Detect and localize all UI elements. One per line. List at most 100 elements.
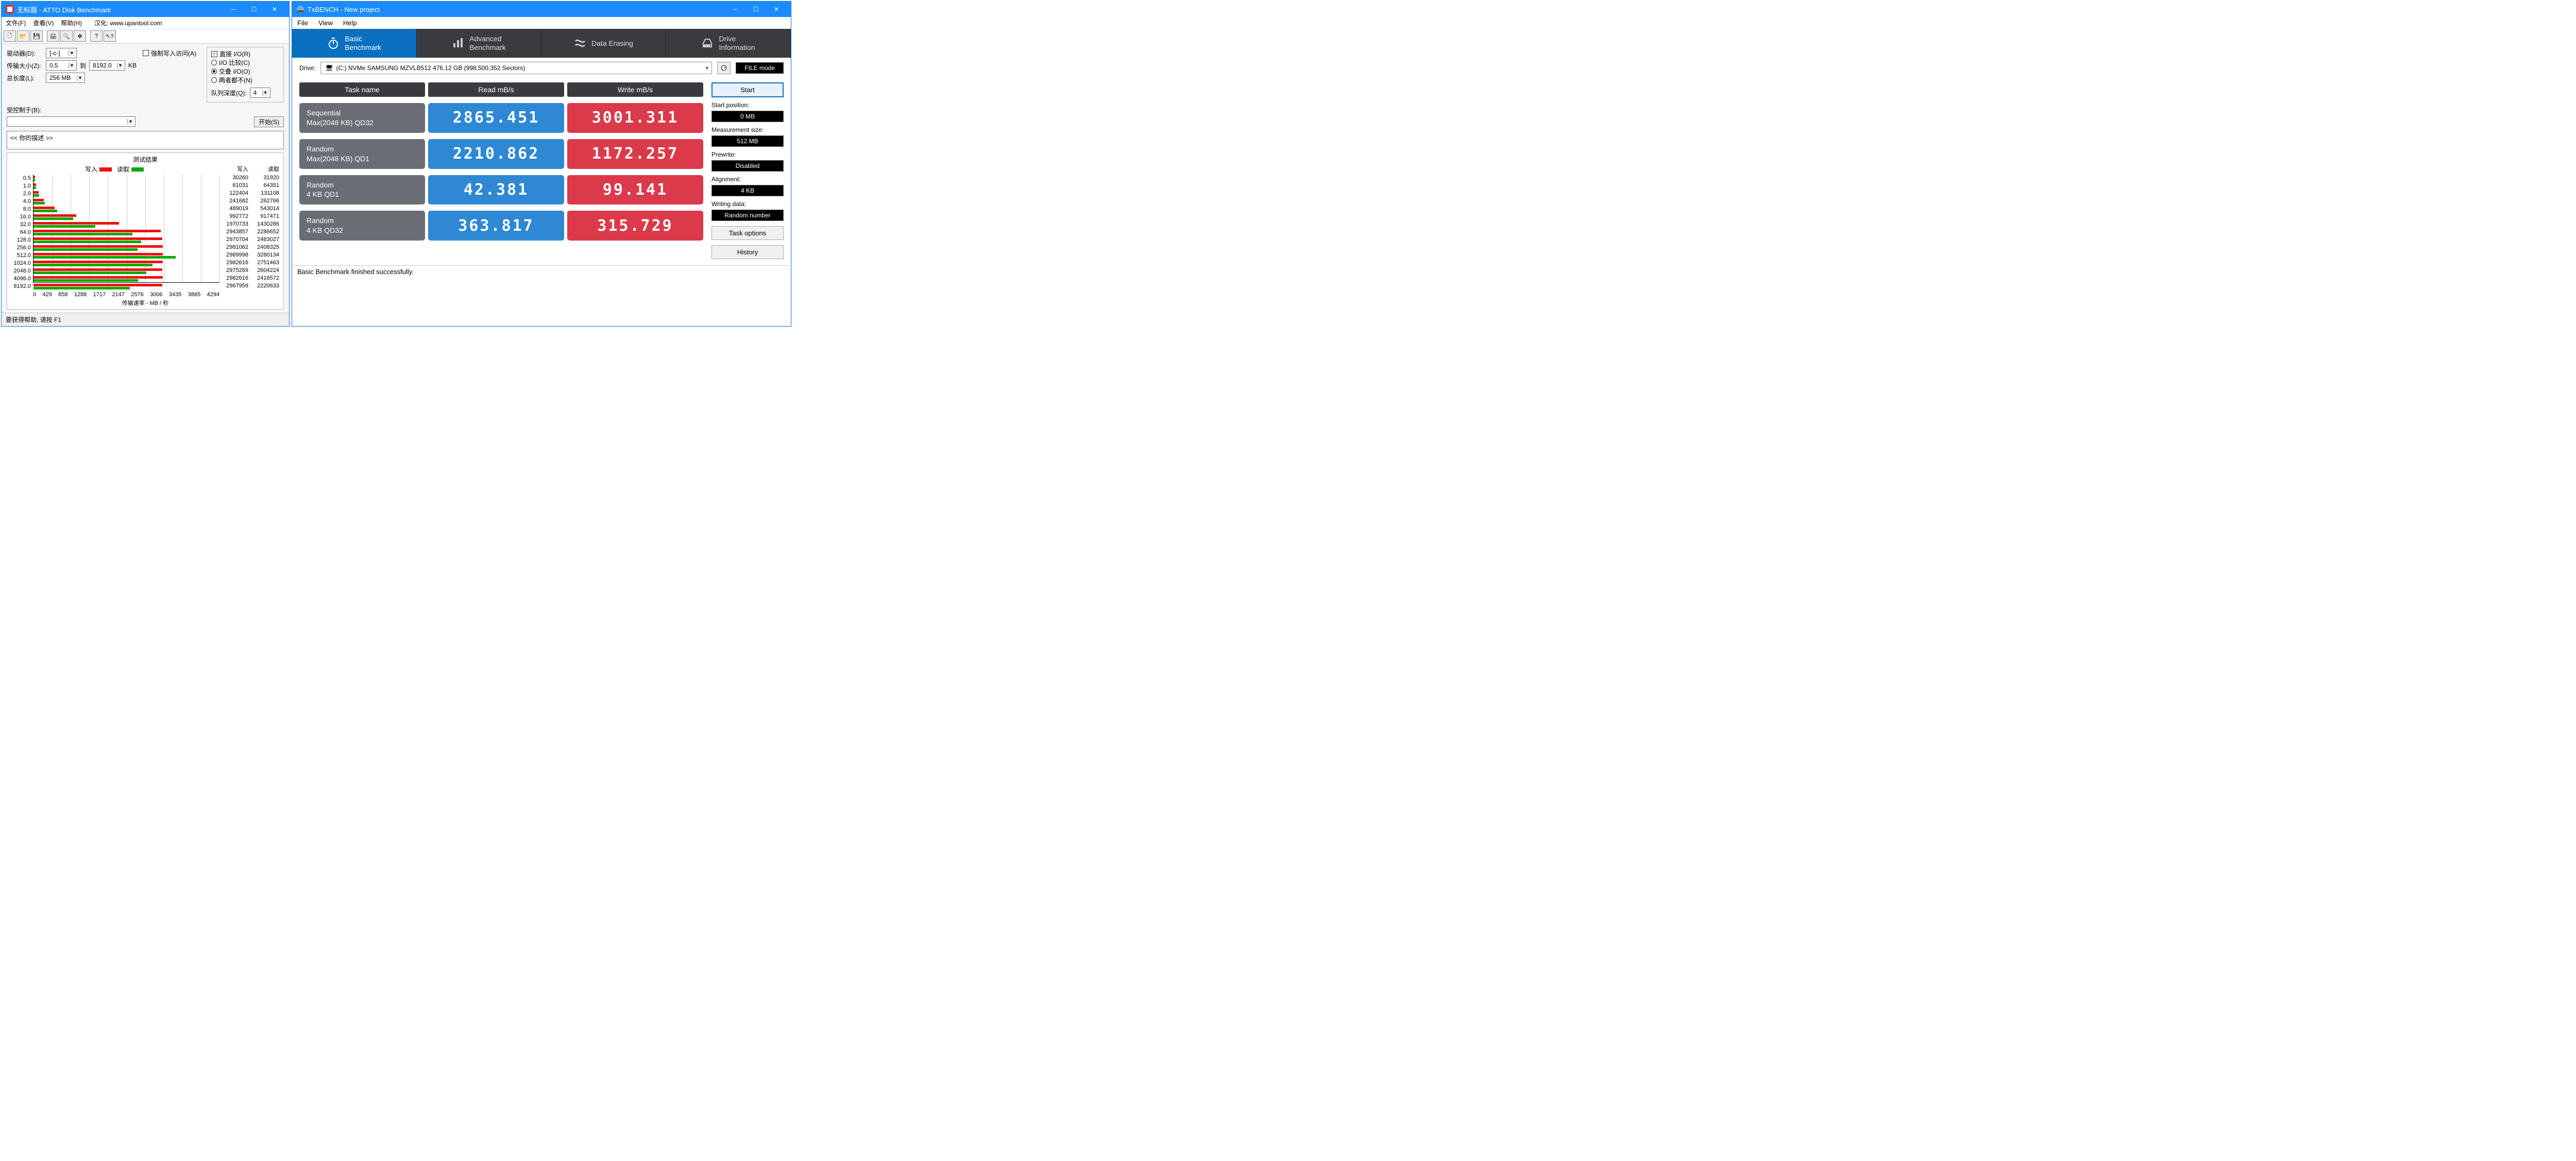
minimize-button[interactable]: ─: [725, 2, 745, 17]
tab-advanced-benchmark[interactable]: Advanced Benchmark: [417, 29, 541, 58]
force-write-checkbox[interactable]: 强制写入访问(A): [143, 49, 196, 58]
len-select[interactable]: 256 MB: [46, 73, 85, 83]
tx-title: TxBENCH - New project: [308, 6, 725, 13]
tx-menubar: File View Help: [292, 17, 791, 29]
read-bar: [33, 210, 57, 212]
startpos-label: Start position:: [711, 101, 784, 109]
history-button[interactable]: History: [711, 245, 784, 259]
task-options-button[interactable]: Task options: [711, 226, 784, 240]
atto-statusbar: 要获得帮助, 请按 F1: [2, 313, 289, 326]
menu-file[interactable]: 文件(F): [6, 19, 26, 27]
atto-toolbar: 🗋 📂 💾 🖨 🔍 ✥ ? ↖?: [2, 29, 289, 44]
drive-select[interactable]: [-c-]: [46, 48, 77, 58]
read-bar: [33, 179, 35, 181]
atto-menubar: 文件(F) 查看(V) 帮助(H) 汉化: www.upantool.com: [2, 17, 289, 29]
preview-icon[interactable]: 🔍: [60, 30, 73, 42]
prewrite-label: Prewrite:: [711, 151, 784, 158]
overlap-io-radio[interactable]: 交叠 I/O(O): [211, 67, 279, 76]
task-name-cell: RandomMax(2048 KB) QD1: [299, 139, 425, 169]
atto-chart: 0.51.02.04.08.016.032.064.0128.0256.0512…: [9, 175, 281, 291]
atto-title: 无标题 - ATTO Disk Benchmark: [17, 5, 223, 14]
stopwatch-icon: [327, 37, 340, 49]
close-button[interactable]: ✕: [766, 2, 787, 17]
meas-label: Measurement size:: [711, 126, 784, 133]
qd-select[interactable]: 4: [250, 88, 270, 98]
read-bar: [33, 186, 36, 189]
tx-app-icon: [296, 5, 304, 13]
new-icon[interactable]: 🗋: [4, 30, 16, 42]
read-bar: [33, 233, 132, 235]
result-row: RandomMax(2048 KB) QD12210.8621172.257: [299, 139, 703, 169]
io-compare-radio[interactable]: I/O 比较(C): [211, 58, 279, 67]
write-bar: [33, 230, 161, 232]
read-bar: [33, 248, 138, 251]
drive-row: Drive: 🖥 (C:) NVMe SAMSUNG MZVLB512 476.…: [292, 58, 791, 78]
tx-statusbar: Basic Benchmark finished successfully.: [292, 265, 791, 278]
tx-titlebar[interactable]: TxBENCH - New project ─ ☐ ✕: [292, 2, 791, 17]
tx-tabstrip: Basic Benchmark Advanced Benchmark Data …: [292, 29, 791, 58]
print-icon[interactable]: 🖨: [47, 30, 59, 42]
close-button[interactable]: ✕: [264, 2, 285, 17]
open-icon[interactable]: 📂: [17, 30, 29, 42]
atto-titlebar[interactable]: 无标题 - ATTO Disk Benchmark ─ ☐ ✕: [2, 2, 289, 17]
neither-radio[interactable]: 两者都不(N): [211, 76, 279, 84]
menu-view[interactable]: View: [318, 19, 333, 27]
result-row: SequentialMax(2048 KB) QD322865.4513001.…: [299, 103, 703, 133]
read-bar: [33, 264, 152, 266]
align-value[interactable]: 4 KB: [711, 185, 784, 196]
start-button[interactable]: Start: [711, 82, 784, 97]
task-name-cell: SequentialMax(2048 KB) QD32: [299, 103, 425, 133]
read-value: 2865.451: [428, 103, 564, 133]
menu-file[interactable]: File: [297, 19, 308, 27]
drive-select[interactable]: 🖥 (C:) NVMe SAMSUNG MZVLB512 476.12 GB (…: [320, 62, 712, 74]
minimize-button[interactable]: ─: [223, 2, 244, 17]
move-icon[interactable]: ✥: [74, 30, 86, 42]
menu-help[interactable]: Help: [343, 19, 357, 27]
maximize-button[interactable]: ☐: [745, 2, 766, 17]
xfer-to-select[interactable]: 8192.0: [89, 60, 125, 71]
read-value: 42.381: [428, 175, 564, 205]
atto-app-icon: [6, 5, 14, 13]
side-panel: Start Start position: 0 MB Measurement s…: [711, 82, 784, 259]
start-button[interactable]: 开始(S): [254, 116, 284, 127]
erase-icon: [574, 37, 586, 49]
direct-io-checkbox[interactable]: ✓直接 I/O(R): [211, 49, 279, 58]
tab-basic-benchmark[interactable]: Basic Benchmark: [292, 29, 417, 58]
prewrite-value[interactable]: Disabled: [711, 160, 784, 172]
len-label: 总长度(L):: [7, 74, 43, 82]
controlled-select[interactable]: [7, 116, 135, 127]
xfer-from-select[interactable]: 0.5: [46, 60, 77, 71]
drive-label: Drive:: [299, 64, 315, 72]
drive-icon: [701, 37, 714, 49]
write-bar: [33, 261, 163, 263]
whatsthis-icon[interactable]: ↖?: [104, 30, 116, 42]
task-name-cell: Random4 KB QD1: [299, 175, 425, 205]
description-input[interactable]: << 你的描述 >>: [7, 131, 284, 149]
meas-value[interactable]: 512 MB: [711, 135, 784, 147]
write-bar: [33, 284, 162, 286]
write-swatch-icon: [99, 167, 112, 172]
read-bar: [33, 225, 95, 228]
drive-label: 驱动器(D):: [7, 49, 43, 58]
menu-help[interactable]: 帮助(H): [61, 19, 82, 27]
results-frame: 测试结果 写入 读取 写入 读取 0.51.02.04.08.016.032.0…: [7, 152, 284, 310]
wdata-value[interactable]: Random number: [711, 210, 784, 221]
tab-drive-information[interactable]: Drive Information: [666, 29, 791, 58]
write-bar: [33, 245, 163, 248]
save-icon[interactable]: 💾: [30, 30, 43, 42]
help-icon[interactable]: ?: [90, 30, 103, 42]
qd-label: 队列深度(Q):: [211, 89, 247, 97]
write-bar: [33, 191, 39, 194]
maximize-button[interactable]: ☐: [244, 2, 264, 17]
menu-view[interactable]: 查看(V): [33, 19, 54, 27]
read-bar: [33, 279, 138, 282]
tab-data-erasing[interactable]: Data Erasing: [541, 29, 666, 58]
refresh-button[interactable]: [717, 62, 731, 74]
write-bar: [33, 214, 76, 217]
write-bar: [33, 237, 162, 240]
read-bar: [33, 202, 45, 204]
file-mode-button[interactable]: FILE mode: [736, 62, 784, 74]
startpos-value[interactable]: 0 MB: [711, 111, 784, 122]
read-bar: [33, 241, 141, 243]
atto-body: 驱动器(D): [-c-] 强制写入访问(A) 传输大小(Z): 0.5 到 8…: [2, 44, 289, 313]
